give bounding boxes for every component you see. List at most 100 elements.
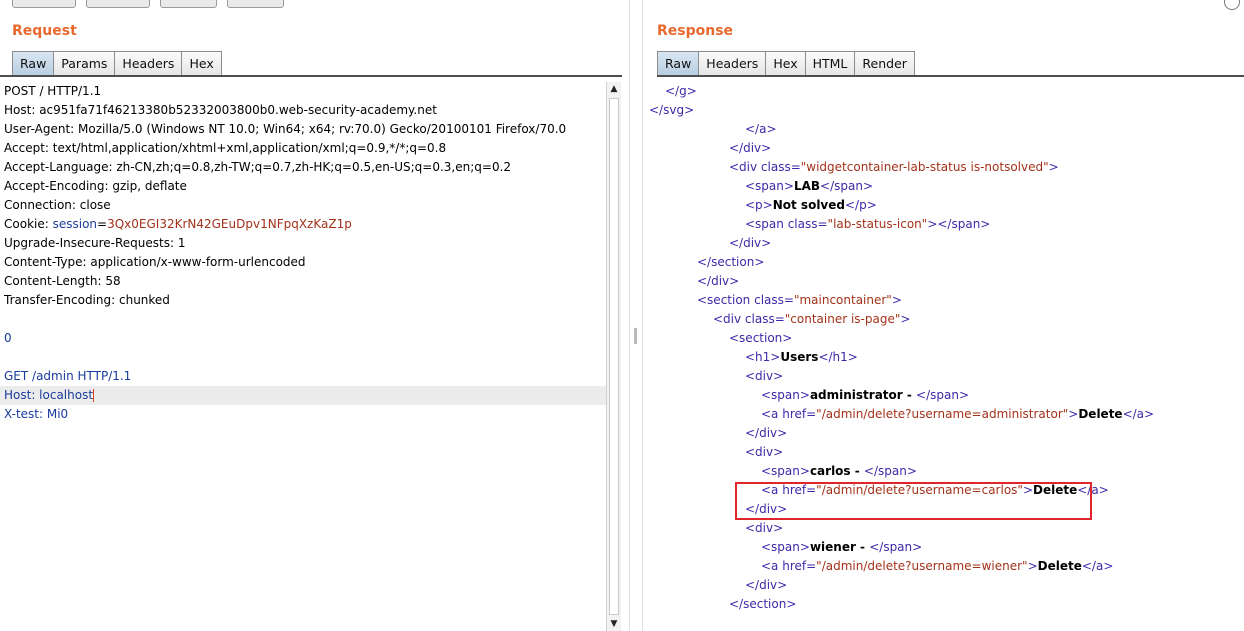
request-line[interactable]: User-Agent: Mozilla/5.0 (Windows NT 10.0… <box>0 120 606 139</box>
request-line[interactable]: Connection: close <box>0 196 606 215</box>
request-line-key: Content-Length: <box>4 274 106 288</box>
request-line[interactable]: Accept: text/html,application/xhtml+xml,… <box>0 139 606 158</box>
response-line[interactable]: <span>LAB</span> <box>649 177 1244 196</box>
response-token-tag: </div> <box>697 274 740 288</box>
scroll-up-icon[interactable]: ▲ <box>607 82 621 96</box>
request-line[interactable]: Transfer-Encoding: chunked <box>0 291 606 310</box>
request-scroll-thumb[interactable] <box>609 98 619 615</box>
response-tab-hex[interactable]: Hex <box>765 51 806 75</box>
request-line[interactable] <box>0 310 606 329</box>
response-token-tag: <span> <box>761 388 810 402</box>
response-editor[interactable]: </g> </svg> </a> </div> <div class="widgetco… <box>649 82 1244 631</box>
response-token-tag: > <box>1027 559 1038 573</box>
request-tab-hex[interactable]: Hex <box>181 51 222 75</box>
response-token-attr: class= <box>787 217 828 231</box>
response-token-aval: "container is-page" <box>784 312 901 326</box>
response-tabs: Raw Headers Hex HTML Render <box>657 51 915 75</box>
response-token-txt: Delete <box>1037 559 1082 573</box>
response-token-tag: <div> <box>745 369 784 383</box>
response-token-tag: </span> <box>863 464 917 478</box>
response-token-tag: <div <box>729 160 761 174</box>
splitter-grip-icon[interactable] <box>634 328 637 344</box>
response-token-tag: </span> <box>869 540 923 554</box>
response-line[interactable]: </svg> <box>649 101 1244 120</box>
request-line[interactable] <box>0 348 606 367</box>
response-token-tag: </a> <box>1122 407 1155 421</box>
response-line[interactable]: </g> <box>649 82 1244 101</box>
response-line[interactable]: <h1>Users</h1> <box>649 348 1244 367</box>
request-line[interactable]: Cookie: session=3Qx0EGI32KrN42GEuDpv1NFp… <box>0 215 606 234</box>
response-line[interactable]: </div> <box>649 139 1244 158</box>
request-line[interactable]: X-test: Mi0 <box>0 405 606 424</box>
response-token-tag: <span> <box>745 179 794 193</box>
response-line[interactable]: </section> <box>649 595 1244 614</box>
scroll-down-icon[interactable]: ▼ <box>607 617 621 631</box>
response-line[interactable]: <div> <box>649 443 1244 462</box>
request-line[interactable]: Content-Length: 58 <box>0 272 606 291</box>
request-tab-rule <box>0 75 622 77</box>
response-line[interactable]: <div class="widgetcontainer-lab-status i… <box>649 158 1244 177</box>
response-line[interactable]: </div> <box>649 234 1244 253</box>
response-line[interactable]: <span>carlos - </span> <box>649 462 1244 481</box>
response-line[interactable]: <section class="maincontainer"> <box>649 291 1244 310</box>
request-line-key: 0 <box>4 331 12 345</box>
response-line[interactable]: <span>administrator - </span> <box>649 386 1244 405</box>
response-line[interactable]: </section> <box>649 253 1244 272</box>
response-token-tag: </section> <box>729 597 797 611</box>
response-token-tag: <h1> <box>745 350 781 364</box>
request-tab-raw[interactable]: Raw <box>12 51 55 75</box>
request-line[interactable]: GET /admin HTTP/1.1 <box>0 367 606 386</box>
request-line-key: Accept-Language: <box>4 160 117 174</box>
request-line-key: Transfer-Encoding: <box>4 293 119 307</box>
response-token-attr: href= <box>782 559 817 573</box>
panel-splitter[interactable] <box>629 0 643 631</box>
response-tab-raw[interactable]: Raw <box>657 51 700 75</box>
request-line[interactable]: Accept-Language: zh-CN,zh;q=0.8,zh-TW;q=… <box>0 158 606 177</box>
request-line[interactable]: Host: localhost <box>0 386 606 405</box>
response-line[interactable]: </div> <box>649 424 1244 443</box>
request-line-key: Accept: <box>4 141 53 155</box>
request-line-key: Content-Type: <box>4 255 91 269</box>
response-line[interactable]: </div> <box>649 576 1244 595</box>
response-token-tag: <p> <box>745 198 773 212</box>
request-line[interactable]: Content-Type: application/x-www-form-url… <box>0 253 606 272</box>
request-line[interactable]: Upgrade-Insecure-Requests: 1 <box>0 234 606 253</box>
request-line-value: 1 <box>177 236 186 250</box>
request-line-key: POST / HTTP/1.1 <box>4 84 102 98</box>
response-tab-render[interactable]: Render <box>854 51 915 75</box>
response-line[interactable]: <div class="container is-page"> <box>649 310 1244 329</box>
response-line[interactable]: <a href="/admin/delete?username=wiener">… <box>649 557 1244 576</box>
response-panel: Response Raw Headers Hex HTML Render </g> </s… <box>645 0 1244 631</box>
request-line-key: Upgrade-Insecure-Requests: <box>4 236 178 250</box>
response-tab-headers[interactable]: Headers <box>698 51 767 75</box>
request-line[interactable]: POST / HTTP/1.1 <box>0 82 606 101</box>
response-line[interactable]: </a> <box>649 120 1244 139</box>
response-tab-html[interactable]: HTML <box>804 51 856 75</box>
request-scrollbar[interactable]: ▲ ▼ <box>606 82 621 631</box>
request-line[interactable]: Host: ac951fa71f46213380b52332003800b0.w… <box>0 101 606 120</box>
response-line[interactable]: <div> <box>649 519 1244 538</box>
request-line-value: 58 <box>105 274 121 288</box>
request-line-value: zh-CN,zh;q=0.8,zh-TW;q=0.7,zh-HK;q=0.5,e… <box>116 160 512 174</box>
request-line-value: gzip, deflate <box>112 179 187 193</box>
response-line[interactable]: <p>Not solved</p> <box>649 196 1244 215</box>
response-token-tag: </p> <box>845 198 877 212</box>
response-line[interactable]: <section> <box>649 329 1244 348</box>
request-line[interactable]: Accept-Encoding: gzip, deflate <box>0 177 606 196</box>
request-editor[interactable]: POST / HTTP/1.1 Host: ac951fa71f46213380b… <box>0 82 606 631</box>
response-line[interactable]: </div> <box>649 272 1244 291</box>
request-tab-params[interactable]: Params <box>53 51 116 75</box>
response-line[interactable]: <span>wiener - </span> <box>649 538 1244 557</box>
response-token-tag: <span> <box>761 464 810 478</box>
response-line[interactable]: <span class="lab-status-icon"></span> <box>649 215 1244 234</box>
response-line[interactable]: <a href="/admin/delete?username=administ… <box>649 405 1244 424</box>
response-token-tag: </h1> <box>818 350 858 364</box>
response-token-txt: Users <box>780 350 819 364</box>
request-line[interactable]: 0 <box>0 329 606 348</box>
response-tab-rule <box>657 75 1244 77</box>
request-tab-headers[interactable]: Headers <box>114 51 183 75</box>
response-token-txt: Not solved <box>772 198 845 212</box>
carlos-highlight-box <box>735 482 1092 520</box>
request-line-value: close <box>79 198 111 212</box>
response-line[interactable]: <div> <box>649 367 1244 386</box>
